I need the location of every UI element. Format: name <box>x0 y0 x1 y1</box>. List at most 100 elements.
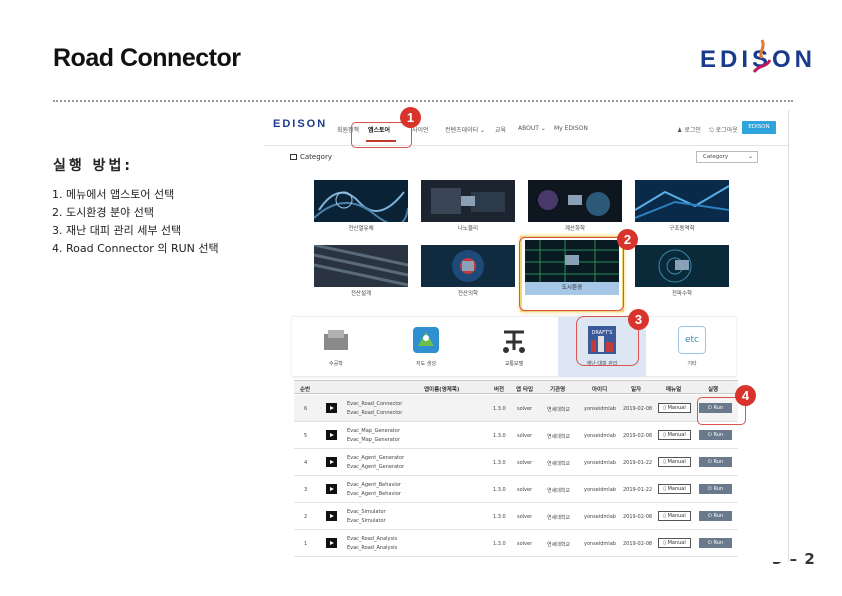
play-icon[interactable] <box>326 403 337 413</box>
cell-id: yonseidmlab <box>584 541 616 547</box>
nav-item-my-edison[interactable]: My EDISON <box>554 125 588 132</box>
step-4: 4. Road Connector 의 RUN 선택 <box>52 242 219 255</box>
cell-org: 연세대학교 <box>547 515 571 521</box>
top-nav: EDISON 회원정책 앱스토어 사이언 컨텐츠데이터 ⌄ 교육 ABOUT ⌄… <box>264 110 788 146</box>
cell-type: solver <box>517 514 533 520</box>
app-screenshot: EDISON 회원정책 앱스토어 사이언 컨텐츠데이터 ⌄ 교육 ABOUT ⌄… <box>264 110 789 562</box>
manual-button[interactable]: ▯ Manual <box>658 430 691 440</box>
tile-design[interactable]: 전산설계 <box>314 245 408 302</box>
table-row[interactable]: 2 Evac_Simulator Evac_Simulator 1.3.0 solver… <box>294 503 738 530</box>
run-button[interactable]: ⏻ Run <box>699 457 732 467</box>
cell-date: 2019-02-08 <box>623 514 653 520</box>
edison-cta-button[interactable]: EDISON <box>742 121 776 134</box>
cell-id: yonseidmlab <box>584 433 616 439</box>
nav-item-about[interactable]: ABOUT ⌄ <box>518 125 546 132</box>
login-link[interactable]: ♟ 로그인 <box>677 125 701 134</box>
book-icon: ▯ <box>663 486 666 492</box>
callout-badge-3: 3 <box>628 309 649 330</box>
slide-title: Road Connector <box>53 44 241 72</box>
table-row[interactable]: 4 Evac_Agent_Generator Evac_Agent_Generato… <box>294 449 738 476</box>
traffic-icon <box>503 330 525 353</box>
callout-badge-4: 4 <box>735 385 756 406</box>
table-row[interactable]: 5 Evac_Map_Generator Evac_Map_Generator 1.3… <box>294 422 738 449</box>
cell-date: 2019-02-08 <box>623 541 653 547</box>
subcategory-traffic-model[interactable]: 교통모델 <box>470 317 558 377</box>
steps-heading: 실행 방법: <box>53 158 133 174</box>
book-icon: ▯ <box>663 459 666 465</box>
cell-no: 4 <box>304 460 308 466</box>
cell-version: 1.3.0 <box>493 487 506 493</box>
manual-button[interactable]: ▯ Manual <box>658 538 691 548</box>
nav-item-education[interactable]: 교육 <box>495 125 506 134</box>
cell-id: yonseidmlab <box>584 460 616 466</box>
tile-radio-math[interactable]: 전파수학 <box>635 245 729 302</box>
cell-no: 2 <box>304 514 308 520</box>
tile-image <box>421 180 515 222</box>
manual-button[interactable]: ▯ Manual <box>658 484 691 494</box>
category-select[interactable]: Category ⌄ <box>696 151 758 163</box>
cell-no: 3 <box>304 487 308 493</box>
tile-medicine[interactable]: 전산의학 <box>421 245 515 302</box>
cell-type: solver <box>517 460 533 466</box>
cell-app-name[interactable]: Evac_Agent_Behavior Evac_Agent_Behavior <box>347 481 401 499</box>
cell-version: 1.3.0 <box>493 406 506 412</box>
hydraulics-icon <box>324 330 348 350</box>
dotted-divider <box>53 100 793 102</box>
run-button[interactable]: ⏻ Run <box>699 511 732 521</box>
book-icon: ▯ <box>663 513 666 519</box>
callout-badge-1: 1 <box>400 107 421 128</box>
step-2: 2. 도시환경 분야 선택 <box>52 206 154 219</box>
cell-org: 연세대학교 <box>547 488 571 494</box>
power-icon: ⏻ <box>707 432 712 438</box>
cell-app-name[interactable]: Evac_Simulator Evac_Simulator <box>347 508 386 526</box>
cell-date: 2019-02-08 <box>623 433 653 439</box>
steps-list: 1. 메뉴에서 앱스토어 선택 2. 도시환경 분야 선택 3. 재난 대피 관… <box>52 186 219 258</box>
run-button[interactable]: ⏻ Run <box>699 538 732 548</box>
cell-type: solver <box>517 541 533 547</box>
edison-logo: EDISON <box>700 39 816 74</box>
tile-structure[interactable]: 구조동역학 <box>635 180 729 237</box>
run-button[interactable]: ⏻ Run <box>699 430 732 440</box>
play-icon[interactable] <box>326 484 337 494</box>
play-icon[interactable] <box>326 538 337 548</box>
step-1: 1. 메뉴에서 앱스토어 선택 <box>52 188 175 201</box>
cell-app-name[interactable]: Evac_Road_Connector Evac_Road_Connector <box>347 400 402 418</box>
subcategory-etc[interactable]: etc 기타 <box>648 317 736 377</box>
user-icon: ♟ <box>677 127 683 134</box>
subcategory-map-generation[interactable]: 지도 생성 <box>382 317 470 377</box>
play-icon[interactable] <box>326 430 337 440</box>
chevron-down-icon: ⌄ <box>747 153 753 160</box>
manual-button[interactable]: ▯ Manual <box>658 457 691 467</box>
category-heading: Category <box>290 153 332 161</box>
cell-id: yonseidmlab <box>584 487 616 493</box>
tile-nano[interactable]: 나노물리 <box>421 180 515 237</box>
run-button[interactable]: ⏻ Run <box>699 484 732 494</box>
table-row[interactable]: 1 Evac_Road_Analysis Evac_Road_Analysis 1.3… <box>294 530 738 557</box>
nav-item-contents[interactable]: 컨텐츠데이터 ⌄ <box>445 125 485 134</box>
table-row[interactable]: 3 Evac_Agent_Behavior Evac_Agent_Behavior 1… <box>294 476 738 503</box>
logout-link[interactable]: ⎋ 로그아웃 <box>709 125 738 135</box>
logo-swoosh-icon <box>752 39 772 73</box>
callout-badge-2: 2 <box>617 229 638 250</box>
cell-app-name[interactable]: Evac_Agent_Generator Evac_Agent_Generator <box>347 454 404 472</box>
manual-button[interactable]: ▯ Manual <box>658 511 691 521</box>
nav-logo[interactable]: EDISON <box>273 118 327 130</box>
book-icon: ▯ <box>663 405 666 411</box>
cell-app-name[interactable]: Evac_Road_Analysis Evac_Road_Analysis <box>347 535 397 553</box>
cell-version: 1.3.0 <box>493 514 506 520</box>
table-row[interactable]: 6 Evac_Road_Connector Evac_Road_Connector 1… <box>294 395 738 422</box>
subcategory-hydraulics[interactable]: 수공학 <box>292 317 380 377</box>
book-icon: ▯ <box>663 432 666 438</box>
table-header: 순번 앱이름(영제목) 버전 앱 타입 기관명 아이디 일자 매뉴얼 실행 <box>294 380 738 394</box>
tile-fluid[interactable]: 전산열유체 <box>314 180 408 237</box>
play-icon[interactable] <box>326 511 337 521</box>
callout-box-1 <box>351 122 412 148</box>
tile-image <box>528 180 622 222</box>
cell-date: 2019-02-08 <box>623 406 653 412</box>
cell-app-name[interactable]: Evac_Map_Generator Evac_Map_Generator <box>347 427 400 445</box>
external-link-icon <box>290 154 297 160</box>
tile-chemistry[interactable]: 계산화학 <box>528 180 622 237</box>
cell-no: 6 <box>304 406 308 412</box>
play-icon[interactable] <box>326 457 337 467</box>
manual-button[interactable]: ▯ Manual <box>658 403 691 413</box>
